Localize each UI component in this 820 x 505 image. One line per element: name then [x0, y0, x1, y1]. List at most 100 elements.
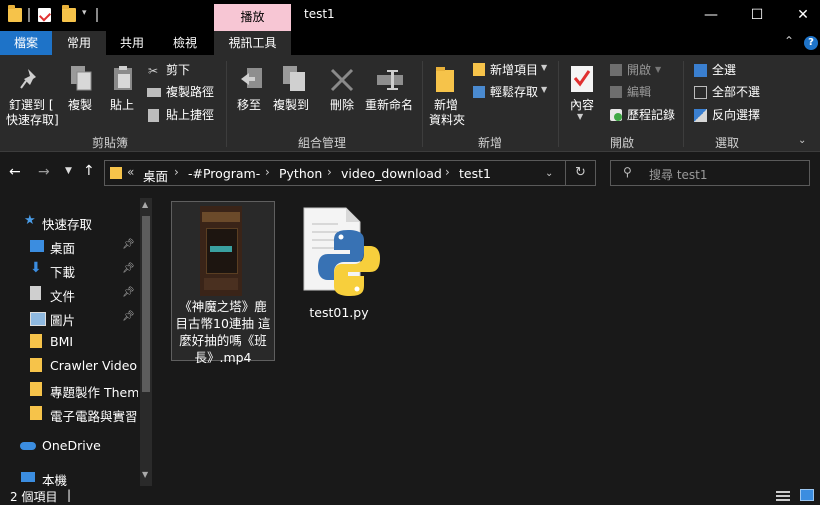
group-separator — [422, 61, 423, 147]
tab-file[interactable]: 檔案 — [0, 31, 52, 55]
breadcrumb-item[interactable]: video_download — [341, 166, 442, 181]
sidebar-item-electronics[interactable]: 電子電路與實習 — [0, 402, 140, 426]
pin-quick-access-label-2[interactable]: 快速存取] — [6, 113, 59, 128]
paste-button[interactable]: 貼上 — [110, 98, 134, 113]
delete-button[interactable]: 刪除 — [330, 98, 354, 113]
history-button[interactable]: 歷程記錄 — [627, 108, 675, 123]
sidebar-item-quick-access[interactable]: ★ 快速存取 — [0, 210, 140, 234]
breadcrumb-item-current[interactable]: test1 — [459, 166, 491, 181]
large-icons-view-icon[interactable] — [800, 489, 814, 501]
rename-icon — [376, 69, 404, 94]
pin-icon[interactable]: 📌︎ — [122, 263, 135, 274]
details-view-icon[interactable] — [776, 490, 790, 501]
up-arrow-icon[interactable]: ↑ — [83, 163, 95, 179]
recent-locations-icon[interactable]: ▼ — [65, 166, 72, 176]
sidebar-item-downloads[interactable]: ⬇ 下載 📌︎ — [0, 258, 140, 282]
pictures-icon — [30, 312, 46, 326]
copy-button[interactable]: 複製 — [68, 98, 92, 113]
chevron-right-icon[interactable]: › — [174, 165, 179, 179]
breadcrumb-item[interactable]: 桌面 — [143, 166, 168, 185]
breadcrumb-overflow[interactable]: « — [127, 165, 134, 179]
move-to-button[interactable]: 移至 — [237, 98, 261, 113]
folder-icon[interactable] — [8, 5, 22, 22]
cut-button[interactable]: 剪下 — [166, 63, 190, 78]
chevron-right-icon[interactable]: › — [265, 165, 270, 179]
forward-arrow-icon[interactable]: → — [38, 164, 50, 180]
chevron-down-icon[interactable]: ▼ — [655, 65, 661, 74]
sidebar-item-desktop[interactable]: 桌面 📌︎ — [0, 234, 140, 258]
cut-icon: ✂ — [148, 64, 159, 78]
invert-selection-button[interactable]: 反向選擇 — [712, 108, 760, 123]
open-button[interactable]: 開啟 — [627, 63, 651, 78]
chevron-right-icon[interactable]: › — [445, 165, 450, 179]
chevron-down-icon[interactable]: ▼ — [577, 112, 583, 121]
new-folder-icon — [434, 65, 458, 96]
new-item-icon — [473, 63, 485, 76]
refresh-icon[interactable]: ↻ — [575, 165, 586, 180]
rename-button[interactable]: 重新命名 — [365, 98, 413, 113]
minimize-button[interactable]: — — [688, 0, 734, 31]
window-title: test1 — [304, 7, 335, 21]
scroll-down-icon[interactable]: ▼ — [142, 470, 148, 479]
sidebar-item-crawler-video[interactable]: Crawler Video — [0, 354, 140, 378]
sidebar-item-this-pc[interactable]: 本機 — [0, 466, 140, 488]
file-item-python[interactable]: test01.py — [298, 204, 380, 320]
pin-icon[interactable]: 📌︎ — [122, 311, 135, 322]
new-folder-button[interactable]: 新增 — [434, 98, 458, 113]
sidebar-scrollbar-thumb[interactable] — [142, 216, 150, 392]
onedrive-icon — [20, 442, 36, 450]
chevron-right-icon[interactable]: › — [327, 165, 332, 179]
tab-view[interactable]: 檢視 — [160, 31, 210, 55]
folder-icon — [30, 334, 42, 348]
pin-icon[interactable]: 📌︎ — [122, 239, 135, 250]
file-name: test01.py — [309, 305, 369, 320]
scroll-up-icon[interactable]: ▲ — [142, 200, 148, 209]
ribbon-expand-icon[interactable]: ⌄ — [798, 135, 806, 146]
sidebar-item-pictures[interactable]: 圖片 📌︎ — [0, 306, 140, 330]
divider — [96, 8, 98, 22]
file-item-video[interactable]: 《神魔之塔》鹿 目古幣10連抽 這 麼好抽的嗎《班 長》.mp4 — [171, 201, 275, 365]
chevron-down-icon[interactable]: ▼ — [541, 63, 547, 72]
address-bar[interactable]: « 桌面 › -#Program- › Python › video_downl… — [104, 160, 596, 186]
properties-button[interactable]: 內容 — [570, 98, 594, 113]
tab-video-tools[interactable]: 視訊工具 — [214, 31, 291, 55]
group-label-open: 開啟 — [610, 136, 635, 150]
paste-shortcut-button[interactable]: 貼上捷徑 — [166, 108, 214, 123]
select-none-button[interactable]: 全部不選 — [712, 85, 760, 100]
copy-path-button[interactable]: 複製路徑 — [166, 85, 214, 100]
edit-icon — [610, 86, 622, 98]
copy-to-icon — [282, 65, 308, 96]
search-box[interactable]: ⚲ 搜尋 test1 — [610, 160, 810, 186]
tab-home[interactable]: 常用 — [52, 31, 106, 55]
pin-icon[interactable]: 📌︎ — [122, 287, 135, 298]
easy-access-button[interactable]: 輕鬆存取 — [490, 85, 538, 100]
collapse-ribbon-icon[interactable]: ⌃ — [784, 34, 794, 48]
move-to-icon — [239, 67, 265, 96]
chevron-down-icon[interactable]: ⌄ — [545, 168, 553, 179]
copy-to-button[interactable]: 複製到 — [273, 98, 309, 113]
tab-play-contextual[interactable]: 播放 — [214, 4, 291, 31]
back-arrow-icon[interactable]: ← — [9, 164, 21, 180]
divider — [28, 8, 30, 22]
copy-icon — [70, 65, 94, 96]
video-thumbnail — [200, 206, 242, 296]
select-all-button[interactable]: 全選 — [712, 63, 736, 78]
sidebar-item-thema[interactable]: 專題製作 Thema — [0, 378, 140, 402]
pin-quick-access-label[interactable]: 釘選到 [ — [9, 98, 54, 113]
maximize-button[interactable]: ☐ — [734, 0, 780, 31]
new-folder-button-2[interactable]: 資料夾 — [429, 113, 465, 128]
chevron-down-icon[interactable]: ▼ — [541, 85, 547, 94]
new-folder-quick-icon[interactable] — [62, 5, 76, 22]
new-item-button[interactable]: 新增項目 — [490, 63, 538, 78]
sidebar-item-onedrive[interactable]: OneDrive — [0, 434, 140, 458]
sidebar-item-bmi[interactable]: BMI — [0, 330, 140, 354]
edit-button[interactable]: 編輯 — [627, 85, 651, 100]
breadcrumb-item[interactable]: -#Program- — [188, 166, 260, 181]
properties-quick-icon[interactable] — [38, 8, 52, 22]
close-button[interactable]: ✕ — [780, 0, 820, 31]
customize-quick-access-icon[interactable]: ▾ — [82, 8, 87, 18]
tab-share[interactable]: 共用 — [108, 31, 156, 55]
help-icon[interactable]: ? — [804, 36, 818, 50]
sidebar-item-documents[interactable]: 文件 📌︎ — [0, 282, 140, 306]
breadcrumb-item[interactable]: Python — [279, 166, 322, 181]
